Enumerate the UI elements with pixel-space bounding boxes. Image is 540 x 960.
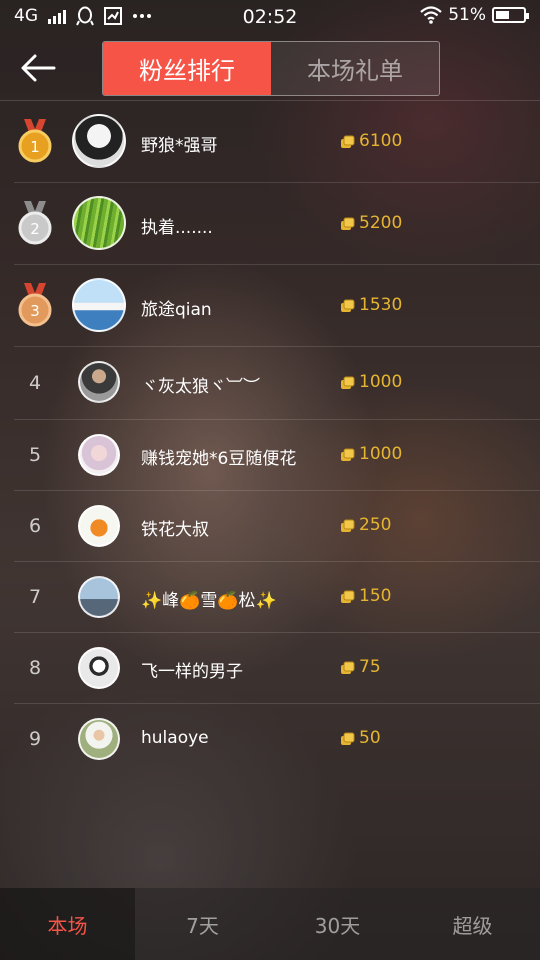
tab-super[interactable]: 超级 bbox=[405, 888, 540, 960]
tab-gift-list[interactable]: 本场礼单 bbox=[271, 42, 439, 95]
user-name: ✨峰🍊雪🍊松✨ bbox=[141, 591, 277, 611]
avatar[interactable] bbox=[72, 114, 126, 168]
medal-number: 1 bbox=[30, 138, 40, 156]
coin-icon bbox=[341, 299, 355, 312]
user-name: 赚钱宠她*6豆随便花 bbox=[141, 449, 297, 469]
bottom-tab-bar: 本场 7天 30天 超级 bbox=[0, 888, 540, 960]
avatar[interactable] bbox=[78, 505, 120, 547]
ranking-row[interactable]: 7 ✨峰🍊雪🍊松✨ 150 bbox=[14, 562, 540, 633]
coin-icon bbox=[341, 519, 355, 532]
gift-amount: 75 bbox=[359, 657, 381, 677]
battery-percent: 51% bbox=[448, 5, 486, 25]
rank-number: 6 bbox=[28, 515, 42, 537]
status-bar: 4G 02:52 51% bbox=[0, 0, 540, 34]
ranking-row[interactable]: 4 ヾ灰太狼ヾ︺︶ 1000 bbox=[14, 347, 540, 420]
coin-icon bbox=[341, 448, 355, 461]
medal-number: 3 bbox=[30, 302, 40, 320]
avatar[interactable] bbox=[72, 196, 126, 250]
coin-icon bbox=[341, 135, 355, 148]
ranking-row[interactable]: 8 飞一样的男子 75 bbox=[14, 633, 540, 704]
user-name: 野狼*强哥 bbox=[141, 136, 218, 156]
avatar[interactable] bbox=[78, 647, 120, 689]
gift-amount: 250 bbox=[359, 515, 392, 535]
user-name: 铁花大叔 bbox=[141, 520, 209, 540]
battery-fill bbox=[496, 11, 509, 19]
gift-amount: 150 bbox=[359, 586, 392, 606]
gift-amount: 6100 bbox=[359, 131, 403, 151]
status-right: 51% bbox=[420, 5, 529, 25]
gift-amount: 50 bbox=[359, 728, 381, 748]
avatar[interactable] bbox=[78, 576, 120, 618]
gold-medal-icon: 1 bbox=[18, 119, 52, 163]
back-button[interactable] bbox=[18, 50, 58, 86]
gift-amount: 5200 bbox=[359, 213, 403, 233]
ranking-row[interactable]: 3 旅途qian 1530 bbox=[14, 265, 540, 347]
coin-icon bbox=[341, 376, 355, 389]
rank-number: 4 bbox=[28, 372, 42, 394]
user-name: 飞一样的男子 bbox=[141, 662, 243, 682]
coin-icon bbox=[341, 732, 355, 745]
rank-number: 7 bbox=[28, 586, 42, 608]
tab-this-show[interactable]: 本场 bbox=[0, 888, 135, 960]
avatar[interactable] bbox=[78, 434, 120, 476]
tab-7-days[interactable]: 7天 bbox=[135, 888, 270, 960]
coin-icon bbox=[341, 590, 355, 603]
ranking-row[interactable]: 1 野狼*强哥 6100 bbox=[14, 101, 540, 183]
medal-number: 2 bbox=[30, 220, 40, 238]
silver-medal-icon: 2 bbox=[18, 201, 52, 245]
gift-amount: 1000 bbox=[359, 372, 403, 392]
wifi-icon bbox=[420, 6, 442, 24]
avatar[interactable] bbox=[72, 278, 126, 332]
avatar[interactable] bbox=[78, 718, 120, 760]
coin-icon bbox=[341, 661, 355, 674]
ranking-row[interactable]: 2 执着....... 5200 bbox=[14, 183, 540, 265]
bronze-medal-icon: 3 bbox=[18, 283, 52, 327]
ranking-list: 1 野狼*强哥 6100 2 执着....... 5200 3 旅途qian 1… bbox=[0, 101, 540, 774]
avatar[interactable] bbox=[78, 361, 120, 403]
back-arrow-icon bbox=[21, 54, 56, 82]
tab-switcher: 粉丝排行 本场礼单 bbox=[102, 41, 440, 96]
ranking-row[interactable]: 5 赚钱宠她*6豆随便花 1000 bbox=[14, 420, 540, 491]
tab-fan-ranking[interactable]: 粉丝排行 bbox=[103, 42, 271, 95]
user-name: ヾ灰太狼ヾ︺︶ bbox=[141, 377, 260, 397]
battery-icon bbox=[492, 7, 529, 23]
tab-30-days[interactable]: 30天 bbox=[270, 888, 405, 960]
ranking-row[interactable]: 9 hulaoye 50 bbox=[14, 704, 540, 774]
rank-number: 8 bbox=[28, 657, 42, 679]
user-name: 执着....... bbox=[141, 218, 213, 238]
gift-amount: 1530 bbox=[359, 295, 403, 315]
rank-number: 9 bbox=[28, 728, 42, 750]
user-name: 旅途qian bbox=[141, 300, 212, 320]
coin-icon bbox=[341, 217, 355, 230]
user-name: hulaoye bbox=[141, 728, 209, 748]
gift-amount: 1000 bbox=[359, 444, 403, 464]
rank-number: 5 bbox=[28, 444, 42, 466]
ranking-row[interactable]: 6 铁花大叔 250 bbox=[14, 491, 540, 562]
